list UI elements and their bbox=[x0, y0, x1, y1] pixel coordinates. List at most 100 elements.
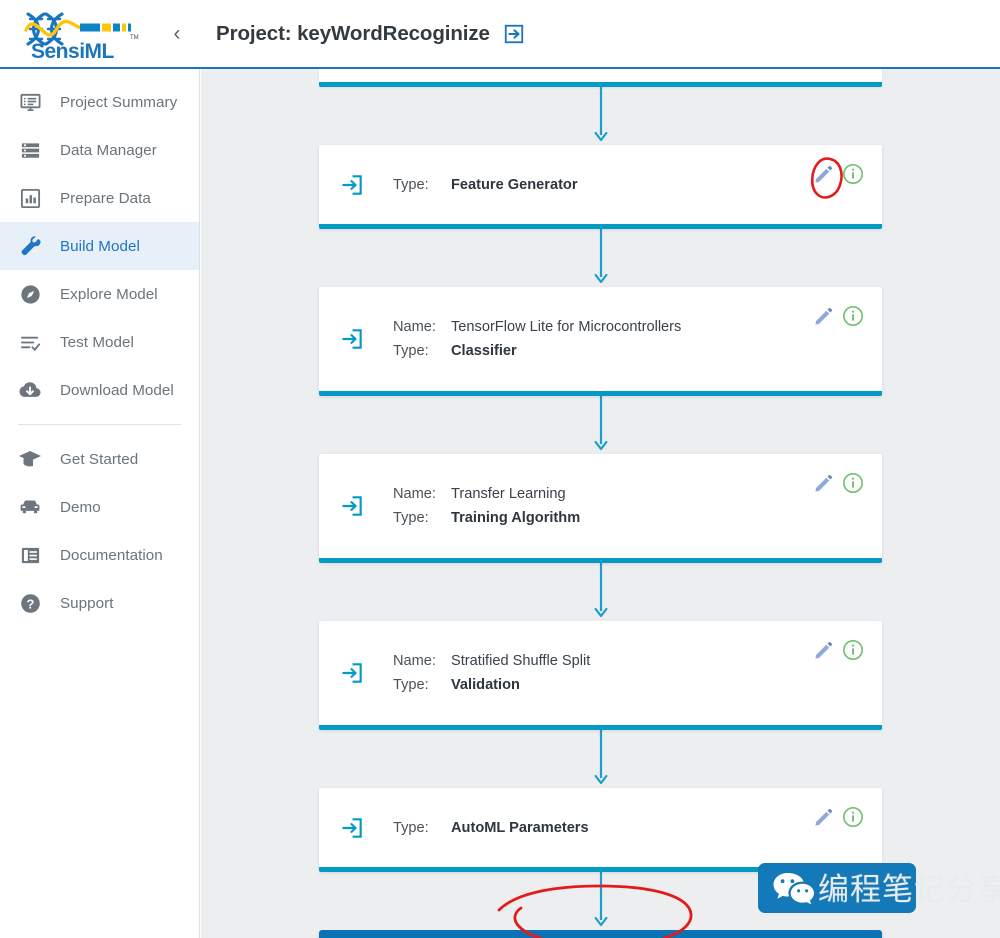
sidebar-item-test-model[interactable]: Test Model bbox=[0, 318, 199, 366]
input-step-icon bbox=[339, 660, 379, 686]
pencil-edit-icon-svg bbox=[815, 307, 833, 325]
open-in-new-icon[interactable] bbox=[503, 23, 525, 45]
down-arrow-icon bbox=[594, 872, 607, 927]
sidebar-divider bbox=[18, 424, 181, 425]
pipeline-step-fields: Name: TensorFlow Lite for Microcontrolle… bbox=[379, 315, 866, 363]
sidebar-item-support[interactable]: ? Support bbox=[0, 579, 199, 627]
pipeline-step-card-classifier[interactable]: Name: TensorFlow Lite for Microcontrolle… bbox=[319, 287, 882, 396]
pencil-edit-icon[interactable] bbox=[813, 164, 834, 185]
sidebar-item-download-model[interactable]: Download Model bbox=[0, 366, 199, 414]
input-step-icon bbox=[339, 326, 379, 352]
pipeline-step-fields: Name: Stratified Shuffle Split Type: Val… bbox=[379, 649, 866, 697]
pipeline-step-fields: Type: Feature Generator bbox=[379, 173, 866, 197]
pencil-edit-icon[interactable] bbox=[813, 640, 834, 661]
info-circle-icon-svg bbox=[843, 164, 863, 184]
pipeline-step-fields: Name: Transfer Learning Type: Training A… bbox=[379, 482, 866, 530]
pipeline-step-fields: Type: AutoML Parameters bbox=[379, 816, 866, 840]
pipeline-step-card-partial[interactable] bbox=[319, 69, 882, 87]
cloud-download-icon bbox=[14, 376, 46, 404]
question-circle-icon: ? bbox=[14, 589, 46, 617]
field-type: Type: Feature Generator bbox=[393, 173, 866, 197]
info-circle-icon-svg bbox=[843, 640, 863, 660]
pencil-edit-icon-svg bbox=[815, 808, 833, 826]
field-name: Name: Stratified Shuffle Split bbox=[393, 649, 866, 673]
info-circle-icon-svg bbox=[843, 807, 863, 827]
sidebar-item-label: Download Model bbox=[60, 381, 174, 399]
sidebar-item-prepare-data[interactable]: Prepare Data bbox=[0, 174, 199, 222]
svg-text:TM: TM bbox=[130, 35, 139, 41]
pipeline-step-actions bbox=[813, 639, 864, 661]
field-label-type: Type: bbox=[393, 343, 429, 359]
sidebar-item-label: Data Manager bbox=[60, 141, 157, 159]
field-label-name: Name: bbox=[393, 653, 436, 669]
pipeline-connector-arrow bbox=[319, 87, 882, 145]
field-type: Type: Training Algorithm bbox=[393, 506, 866, 530]
field-label-type: Type: bbox=[393, 819, 429, 836]
pipeline-steps-list: Type: Feature Generator Name: TensorFlow… bbox=[319, 69, 882, 938]
app-header: TM SensiML ‹ Project: keyWordRecoginize bbox=[0, 0, 1000, 69]
app-root: TM SensiML ‹ Project: keyWordRecoginize bbox=[0, 0, 1000, 938]
collapse-sidebar-button[interactable]: ‹ bbox=[160, 14, 194, 54]
field-type: Type: Validation bbox=[393, 673, 866, 697]
field-label-name: Name: bbox=[393, 319, 436, 335]
info-circle-icon-svg bbox=[843, 306, 863, 326]
sensiml-logo[interactable]: TM SensiML bbox=[0, 0, 160, 68]
sidebar-item-project-summary[interactable]: Project Summary bbox=[0, 78, 199, 126]
sidebar-item-label: Get Started bbox=[60, 450, 139, 468]
field-label-type: Type: bbox=[393, 510, 429, 526]
field-name: Name: Transfer Learning bbox=[393, 482, 866, 506]
sidebar-item-data-manager[interactable]: Data Manager bbox=[0, 126, 199, 174]
info-circle-icon[interactable] bbox=[842, 472, 864, 494]
pipeline-step-card-validation[interactable]: Name: Stratified Shuffle Split Type: Val… bbox=[319, 621, 882, 730]
wechat-icon bbox=[773, 873, 814, 905]
optimize-button[interactable]: ▷ OPTIMIZE bbox=[319, 930, 882, 938]
sidebar-item-build-model[interactable]: Build Model bbox=[0, 222, 199, 270]
input-step-icon bbox=[339, 815, 379, 841]
sidebar: Project Summary Data Manager Prepare Dat… bbox=[0, 69, 200, 938]
project-summary-icon bbox=[14, 88, 46, 116]
info-circle-icon[interactable] bbox=[842, 305, 864, 327]
sidebar-item-get-started[interactable]: Get Started bbox=[0, 435, 199, 483]
info-circle-icon[interactable] bbox=[842, 639, 864, 661]
test-model-icon bbox=[14, 328, 46, 356]
pencil-edit-icon-svg bbox=[815, 474, 833, 492]
pipeline-canvas: Type: Feature Generator Name: TensorFlow… bbox=[201, 69, 1000, 938]
sidebar-item-label: Prepare Data bbox=[60, 189, 151, 207]
pencil-edit-icon[interactable] bbox=[813, 306, 834, 327]
sidebar-item-label: Demo bbox=[60, 498, 101, 516]
pipeline-connector-arrow bbox=[319, 396, 882, 454]
wechat-watermark: 编程笔记分享 bbox=[758, 860, 1000, 916]
pipeline-step-actions bbox=[813, 305, 864, 327]
down-arrow-icon bbox=[594, 730, 607, 785]
open-in-new-icon-svg bbox=[504, 24, 524, 43]
field-label-type: Type: bbox=[393, 176, 429, 193]
info-circle-icon[interactable] bbox=[842, 163, 864, 185]
field-type: Type: Classifier bbox=[393, 339, 866, 363]
pencil-edit-icon[interactable] bbox=[813, 473, 834, 494]
sidebar-item-label: Test Model bbox=[60, 333, 134, 351]
field-value-type: Training Algorithm bbox=[451, 510, 581, 526]
info-circle-icon[interactable] bbox=[842, 806, 864, 828]
pipeline-step-actions bbox=[813, 472, 864, 494]
sidebar-item-demo[interactable]: Demo bbox=[0, 483, 199, 531]
page-title: Project: keyWordRecoginize bbox=[216, 21, 490, 45]
sidebar-item-label: Project Summary bbox=[60, 93, 178, 111]
sidebar-item-explore-model[interactable]: Explore Model bbox=[0, 270, 199, 318]
sidebar-item-label: Support bbox=[60, 594, 114, 612]
pipeline-connector-arrow bbox=[319, 229, 882, 287]
pencil-edit-icon[interactable] bbox=[813, 807, 834, 828]
pipeline-connector-arrow bbox=[319, 563, 882, 621]
pipeline-step-actions bbox=[813, 163, 864, 185]
pipeline-step-card-feature-generator[interactable]: Type: Feature Generator bbox=[319, 145, 882, 229]
field-label-type: Type: bbox=[393, 677, 429, 693]
pencil-edit-icon-svg bbox=[815, 165, 833, 183]
field-value-type: Feature Generator bbox=[451, 176, 578, 193]
down-arrow-icon bbox=[594, 396, 607, 451]
pipeline-step-actions bbox=[813, 806, 864, 828]
graduation-cap-icon bbox=[14, 445, 46, 473]
sidebar-item-documentation[interactable]: Documentation bbox=[0, 531, 199, 579]
pipeline-step-card-training-algorithm[interactable]: Name: Transfer Learning Type: Training A… bbox=[319, 454, 882, 563]
car-icon bbox=[14, 493, 46, 521]
wechat-watermark-text: 编程笔记分享 bbox=[818, 872, 1000, 908]
sensiml-logo-svg: TM SensiML bbox=[24, 11, 139, 62]
